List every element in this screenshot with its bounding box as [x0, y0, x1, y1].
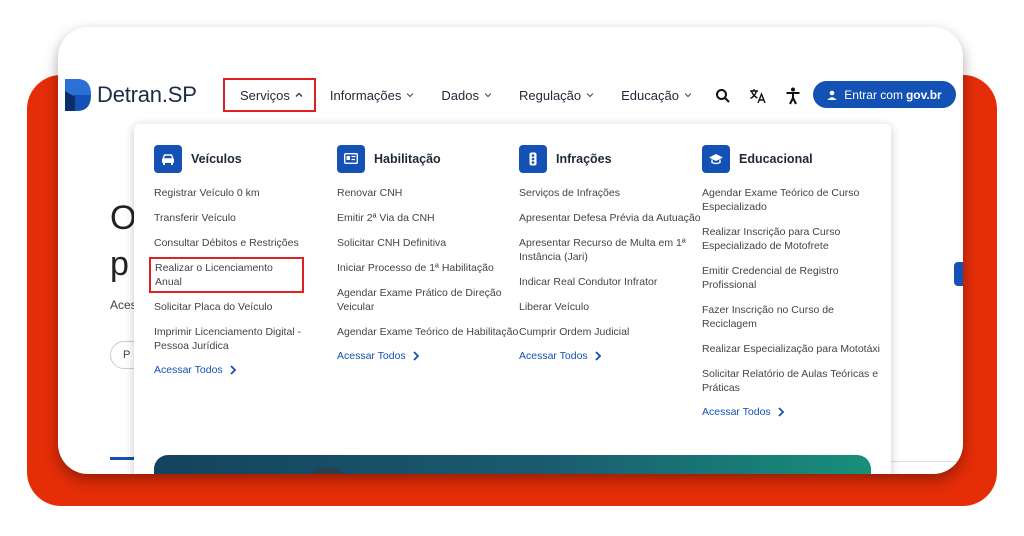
graduation-cap-icon: [702, 144, 730, 173]
services-mega-menu: Veículos Registrar Veículo 0 km Transfer…: [134, 124, 891, 474]
promo-banner[interactable]: [154, 455, 871, 474]
logo-mark-icon: [65, 79, 91, 111]
access-all-link[interactable]: Acessar Todos: [154, 364, 336, 376]
menu-link[interactable]: Solicitar Placa do Veículo: [154, 300, 336, 314]
nav-informacoes[interactable]: Informações: [330, 78, 416, 112]
hero-title-fragment: O: [110, 199, 137, 237]
detran-logo[interactable]: Detran.SP: [65, 79, 197, 111]
menu-column-veiculos: Veículos Registrar Veículo 0 km Transfer…: [149, 144, 336, 376]
nav-educacao[interactable]: Educação: [621, 78, 693, 112]
column-title: Infrações: [556, 151, 612, 166]
access-all-link[interactable]: Acessar Todos: [702, 406, 884, 418]
menu-link[interactable]: Transferir Veículo: [154, 211, 336, 225]
chevron-right-icon: [595, 351, 601, 361]
access-all-link[interactable]: Acessar Todos: [337, 350, 519, 362]
nav-servicos[interactable]: Serviços: [223, 78, 316, 112]
chevron-down-icon: [406, 93, 414, 98]
nav-label: Serviços: [240, 87, 290, 103]
menu-link-licenciamento-highlighted[interactable]: Realizar o Licenciamento Anual: [149, 257, 304, 293]
menu-link[interactable]: Registrar Veículo 0 km: [154, 186, 336, 200]
menu-link[interactable]: Indicar Real Condutor Infrator: [519, 275, 701, 289]
login-label-bold: gov.br: [905, 87, 942, 102]
menu-link[interactable]: Realizar Inscrição para Curso Especializ…: [702, 225, 884, 253]
accessibility-icon[interactable]: [783, 86, 803, 106]
menu-link[interactable]: Agendar Exame Teórico de Habilitação: [337, 325, 519, 339]
menu-link[interactable]: Solicitar CNH Definitiva: [337, 236, 519, 250]
header-tools: [713, 86, 818, 106]
access-all-label: Acessar Todos: [337, 350, 406, 362]
column-header[interactable]: Veículos: [154, 144, 336, 173]
hero-text-fragment: Aces: [110, 298, 137, 312]
hero-title-fragment-2: p: [110, 245, 129, 283]
column-header[interactable]: Habilitação: [337, 144, 519, 173]
main-nav: Serviços Informações Dados Regulação Edu…: [223, 78, 719, 112]
search-icon[interactable]: [713, 86, 733, 106]
access-all-label: Acessar Todos: [154, 364, 223, 376]
user-icon: [827, 90, 837, 100]
side-tab-edge[interactable]: [954, 262, 963, 286]
menu-link[interactable]: Apresentar Defesa Prévia da Autuação: [519, 211, 701, 225]
login-govbr-button[interactable]: Entrar com gov.br: [813, 81, 956, 108]
chevron-down-icon: [684, 93, 692, 98]
login-label: Entrar com: [844, 87, 903, 102]
site-header: Detran.SP Serviços Informações Dados Reg…: [58, 72, 963, 124]
chevron-up-icon: [295, 92, 303, 97]
menu-link[interactable]: Agendar Exame Teórico de Curso Especiali…: [702, 186, 884, 214]
menu-link[interactable]: Iniciar Processo de 1ª Habilitação: [337, 261, 519, 275]
menu-link[interactable]: Apresentar Recurso de Multa em 1ª Instân…: [519, 236, 701, 264]
nav-label: Regulação: [518, 87, 582, 103]
menu-column-habilitacao: Habilitação Renovar CNH Emitir 2ª Via da…: [337, 144, 519, 362]
column-header[interactable]: Educacional: [702, 144, 884, 173]
menu-link[interactable]: Emitir 2ª Via da CNH: [337, 211, 519, 225]
menu-link[interactable]: Agendar Exame Prático de Direção Veicula…: [337, 286, 519, 314]
menu-link[interactable]: Liberar Veículo: [519, 300, 701, 314]
menu-link[interactable]: Imprimir Licenciamento Digital - Pessoa …: [154, 325, 336, 353]
browser-viewport: O p Aces P Detran.SP Serviços Informaçõe…: [58, 27, 963, 474]
access-all-link[interactable]: Acessar Todos: [519, 350, 701, 362]
column-title: Educacional: [739, 151, 813, 166]
nav-label: Dados: [441, 87, 479, 103]
access-all-label: Acessar Todos: [702, 406, 771, 418]
menu-link[interactable]: Emitir Credencial de Registro Profission…: [702, 264, 884, 292]
menu-link[interactable]: Renovar CNH: [337, 186, 519, 200]
divider: [891, 461, 963, 462]
access-all-label: Acessar Todos: [519, 350, 588, 362]
menu-link[interactable]: Cumprir Ordem Judicial: [519, 325, 701, 339]
car-icon: [154, 144, 182, 173]
nav-label: Educação: [621, 87, 679, 103]
menu-column-infracoes: Infrações Serviços de Infrações Apresent…: [519, 144, 701, 362]
chevron-right-icon: [413, 351, 419, 361]
menu-link[interactable]: Fazer Inscrição no Curso de Reciclagem: [702, 303, 884, 331]
nav-regulacao[interactable]: Regulação: [519, 78, 595, 112]
chevron-down-icon: [586, 93, 594, 98]
menu-link[interactable]: Solicitar Relatório de Aulas Teóricas e …: [702, 367, 884, 395]
menu-column-educacional: Educacional Agendar Exame Teórico de Cur…: [702, 144, 884, 418]
column-title: Veículos: [191, 151, 242, 166]
translate-icon[interactable]: [748, 86, 768, 106]
chevron-right-icon: [778, 407, 784, 417]
menu-link[interactable]: Serviços de Infrações: [519, 186, 701, 200]
traffic-light-icon: [519, 144, 547, 173]
nav-dados[interactable]: Dados: [441, 78, 493, 112]
menu-link[interactable]: Realizar Especialização para Mototáxi: [702, 342, 884, 356]
menu-link[interactable]: Consultar Débitos e Restrições: [154, 236, 336, 250]
screenshot-stage: O p Aces P Detran.SP Serviços Informaçõe…: [0, 0, 1024, 536]
id-card-icon: [337, 144, 365, 173]
column-header[interactable]: Infrações: [519, 144, 701, 173]
chevron-right-icon: [230, 365, 236, 375]
banner-photo: [304, 467, 350, 474]
chevron-down-icon: [484, 93, 492, 98]
nav-label: Informações: [329, 87, 402, 103]
logo-text: Detran.SP: [97, 82, 197, 107]
column-title: Habilitação: [374, 151, 441, 166]
